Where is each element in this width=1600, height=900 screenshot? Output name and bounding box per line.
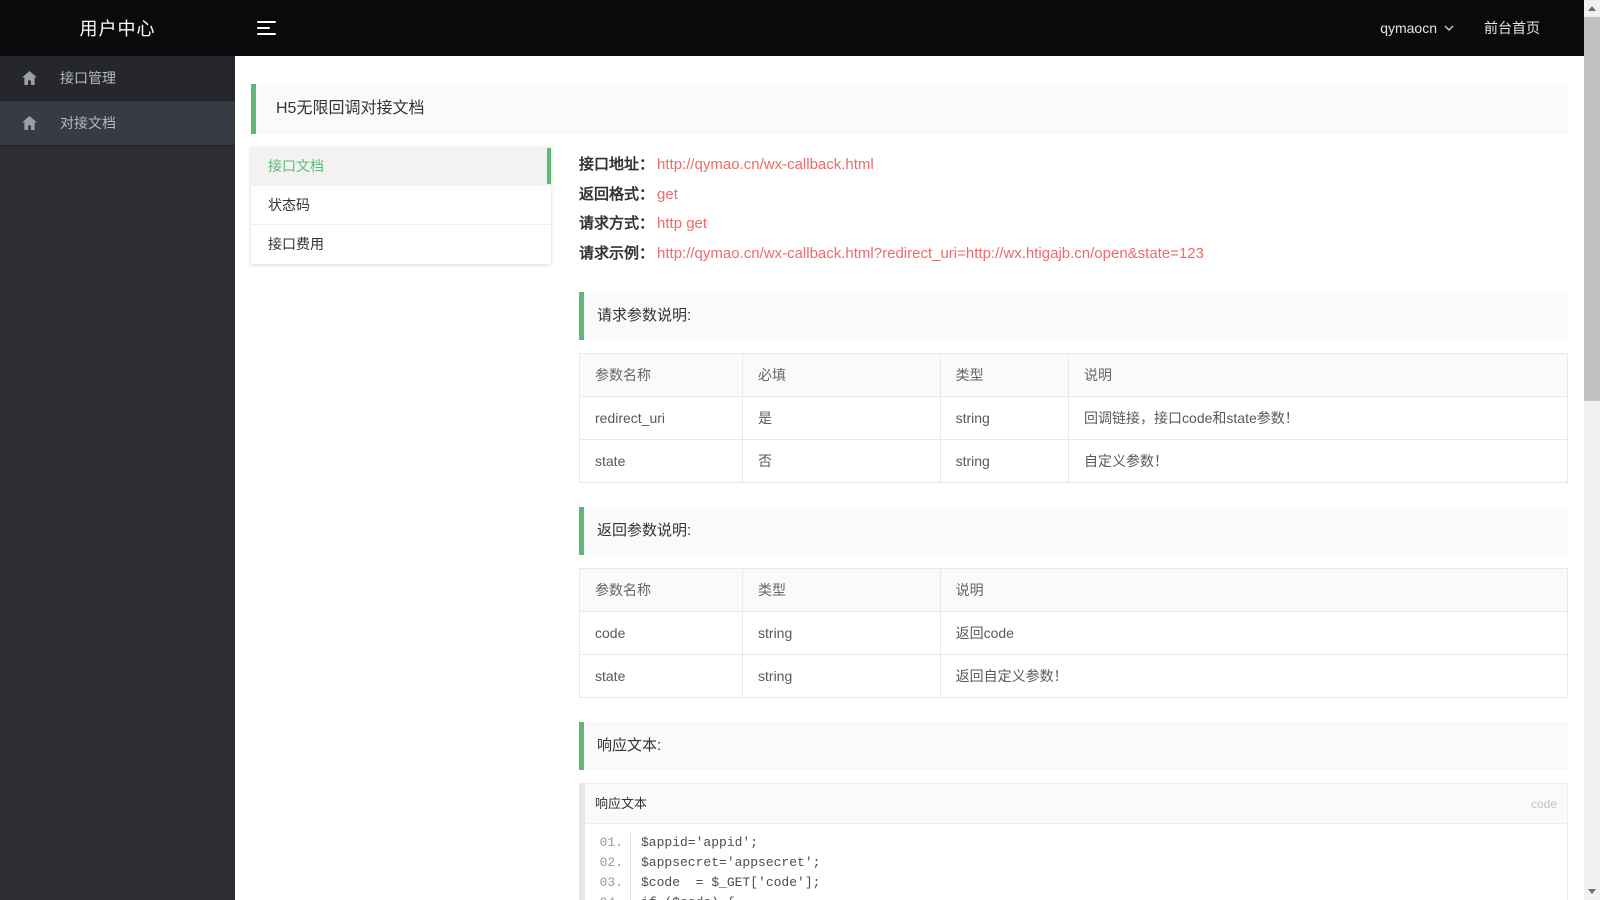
arrow-up-icon <box>1588 6 1596 11</box>
cell-param-name: redirect_uri <box>578 396 744 440</box>
api-info-list: 接口地址： http://qymao.cn/wx-callback.html 返回… <box>579 150 1568 268</box>
cell-param-name: code <box>578 611 744 655</box>
line-number: 02. <box>599 855 623 870</box>
table-row: code string 返回code <box>578 611 1569 655</box>
table-row: redirect_uri 是 string 回调链接，接口code和state参… <box>578 396 1568 440</box>
code-lang-label[interactable]: code <box>1531 784 1557 824</box>
code-text: $appsecret='appsecret'; <box>630 853 820 873</box>
api-info-value: get <box>657 185 678 203</box>
code-text: $code = $_GET['code']; <box>630 873 820 893</box>
response-params-table: 参数名称 类型 说明 code string 返回code state stri… <box>578 568 1569 698</box>
code-body: 01. $appid='appid'; 02. $appsecret='apps… <box>585 824 1567 900</box>
table-row: state string 返回自定义参数！ <box>578 654 1569 698</box>
cell-desc: 返回自定义参数！ <box>939 654 1569 698</box>
chevron-down-icon <box>1444 25 1454 31</box>
col-header: 参数名称 <box>578 353 744 397</box>
api-info-row: 返回格式： get <box>579 180 1568 210</box>
code-line: 04. if ($code) { <box>585 893 1567 900</box>
home-icon <box>22 71 37 85</box>
scroll-down-button[interactable] <box>1584 883 1600 900</box>
col-header: 说明 <box>939 568 1569 612</box>
username-label: qymaocn <box>1380 20 1437 36</box>
line-number: 04. <box>585 893 630 900</box>
cell-desc: 回调链接，接口code和state参数！ <box>1068 396 1568 440</box>
line-number: 01. <box>599 835 623 850</box>
api-url-link[interactable]: http://qymao.cn/wx-callback.html <box>657 156 874 173</box>
api-info-row: 接口地址： http://qymao.cn/wx-callback.html <box>579 150 1568 180</box>
code-line: 02. $appsecret='appsecret'; <box>585 853 1567 873</box>
api-info-row: 请求示例： http://qymao.cn/wx-callback.html?re… <box>579 239 1568 269</box>
doc-body: 接口地址： http://qymao.cn/wx-callback.html 返回… <box>578 147 1569 900</box>
cell-param-name: state <box>578 439 744 483</box>
code-line: 01. $appid='appid'; <box>585 833 1567 853</box>
app-title: 用户中心 <box>79 19 156 39</box>
col-header: 参数名称 <box>578 568 744 612</box>
api-info-row: 请求方式： http get <box>579 209 1568 239</box>
cell-required: 是 <box>742 396 941 440</box>
vertical-scrollbar[interactable] <box>1584 0 1600 900</box>
api-info-label: 返回格式： <box>579 185 655 203</box>
cell-desc: 自定义参数！ <box>1068 439 1568 483</box>
code-block-header: 响应文本 code <box>585 784 1567 824</box>
col-header: 说明 <box>1068 353 1568 397</box>
main-content: H5无限回调对接文档 接口文档 状态码 接口费用 接口地址： http://qym… <box>235 56 1584 900</box>
sidebar-item-label: 对接文档 <box>60 115 116 131</box>
doc-menu-item-api-fee[interactable]: 接口费用 <box>251 225 551 264</box>
col-header: 类型 <box>742 568 941 612</box>
scroll-up-button[interactable] <box>1584 0 1600 17</box>
home-icon <box>22 116 37 130</box>
api-example-link[interactable]: http://qymao.cn/wx-callback.html?redirec… <box>657 245 1204 262</box>
sidebar-item-doc[interactable]: 对接文档 <box>0 101 235 146</box>
section-title-request-params: 请求参数说明: <box>579 292 1568 340</box>
api-info-value: http get <box>657 215 708 232</box>
header-right-nav: qymaocn 前台首页 <box>1380 18 1584 38</box>
cell-type: string <box>939 396 1070 440</box>
arrow-down-icon <box>1588 889 1596 894</box>
cell-required: 否 <box>742 439 941 483</box>
sidebar-item-label: 接口管理 <box>60 70 116 86</box>
section-title-response-text: 响应文本: <box>579 722 1568 770</box>
cell-desc: 返回code <box>939 611 1569 655</box>
table-header-row: 参数名称 必填 类型 说明 <box>578 353 1568 397</box>
code-line: 03. $code = $_GET['code']; <box>585 873 1567 893</box>
sidebar-item-api-manage[interactable]: 接口管理 <box>0 56 235 101</box>
cell-param-name: state <box>578 654 744 698</box>
page-title: H5无限回调对接文档 <box>251 84 1568 134</box>
scrollbar-thumb[interactable] <box>1584 17 1600 401</box>
request-params-table: 参数名称 必填 类型 说明 redirect_uri 是 string 回调链接… <box>578 353 1568 483</box>
code-text: $appid='appid'; <box>630 833 758 853</box>
table-row: state 否 string 自定义参数！ <box>578 439 1568 483</box>
col-header: 必填 <box>742 353 941 397</box>
doc-menu-item-api-doc[interactable]: 接口文档 <box>251 147 551 186</box>
top-header: 用户中心 qymaocn 前台首页 <box>0 0 1584 56</box>
table-header-row: 参数名称 类型 说明 <box>578 568 1569 612</box>
code-text: if ($code) { <box>630 893 735 900</box>
code-block: 响应文本 code 01. $appid='appid'; 02. $appse… <box>579 783 1568 900</box>
doc-menu-item-status-code[interactable]: 状态码 <box>251 186 551 225</box>
cell-type: string <box>742 611 941 655</box>
hamburger-menu-icon[interactable] <box>253 17 280 39</box>
cell-type: string <box>742 654 941 698</box>
section-title-response-params: 返回参数说明: <box>579 507 1568 555</box>
col-header: 类型 <box>939 353 1070 397</box>
line-number: 03. <box>599 875 623 890</box>
doc-side-menu: 接口文档 状态码 接口费用 <box>251 147 551 264</box>
api-info-label: 请求示例： <box>579 244 655 262</box>
api-info-label: 请求方式： <box>579 215 655 232</box>
front-home-link[interactable]: 前台首页 <box>1484 18 1540 38</box>
code-block-title: 响应文本 <box>595 795 648 811</box>
cell-type: string <box>939 439 1070 483</box>
api-info-label: 接口地址： <box>579 156 655 173</box>
user-dropdown[interactable]: qymaocn <box>1380 20 1454 36</box>
sidebar: 接口管理 对接文档 <box>0 56 235 900</box>
